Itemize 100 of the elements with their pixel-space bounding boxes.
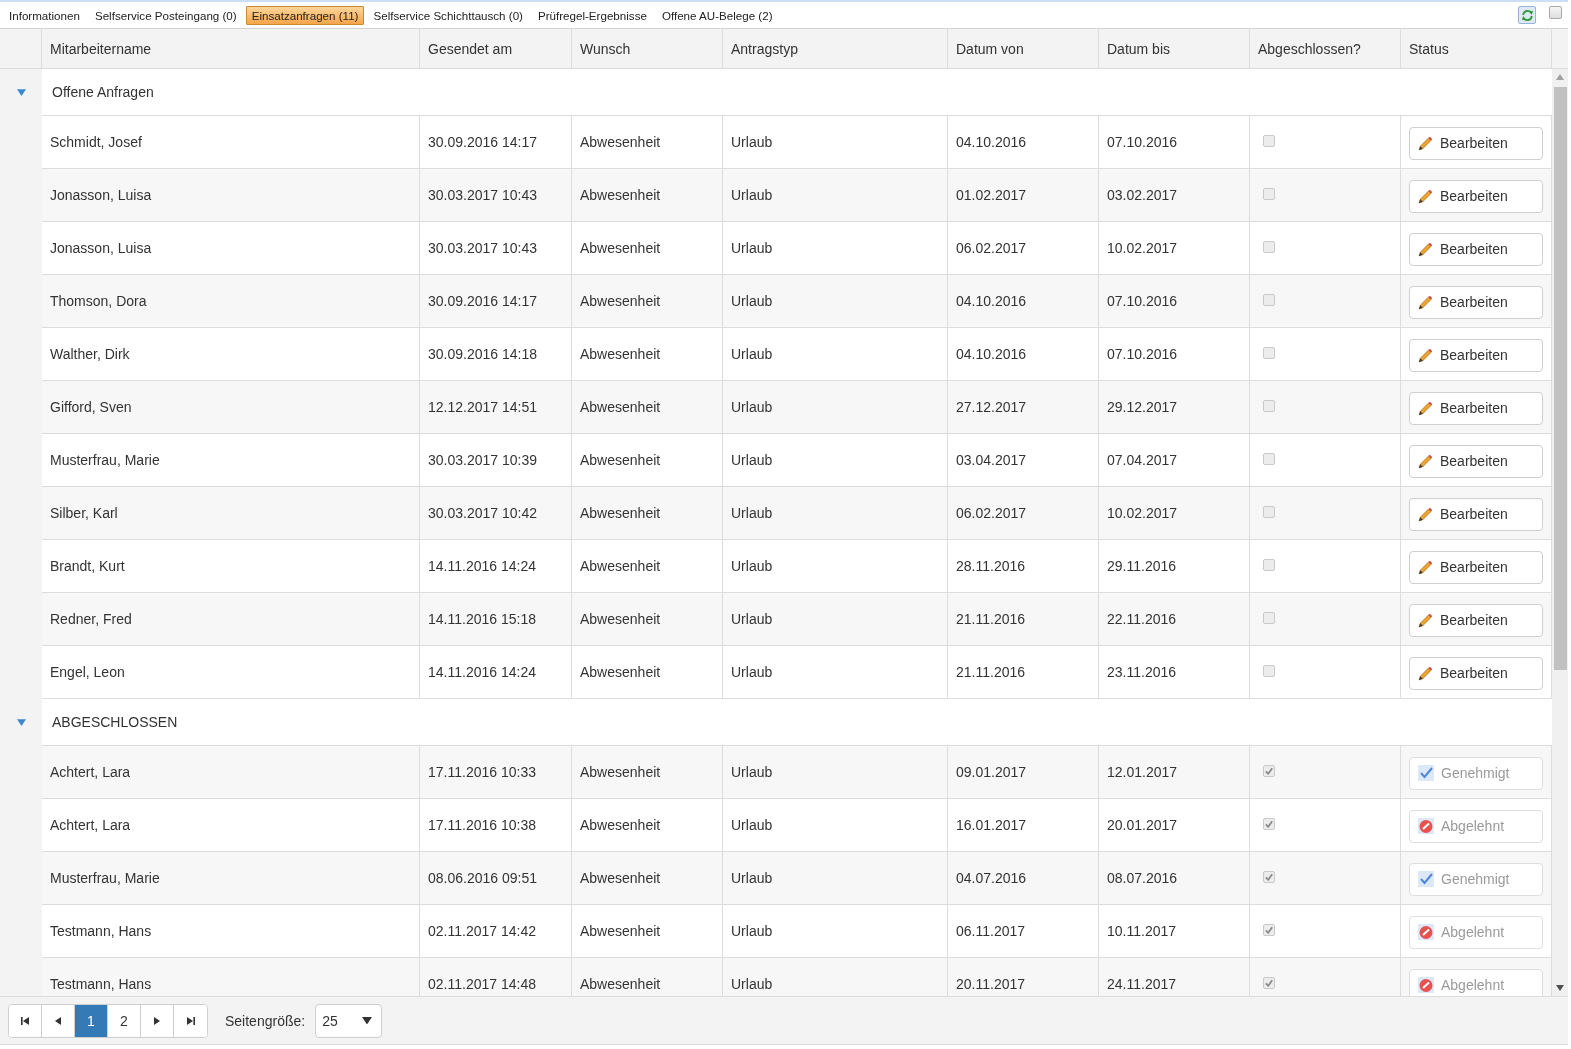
table-cell: 08.07.2016 — [1099, 852, 1250, 905]
status-button[interactable]: Bearbeiten — [1409, 444, 1543, 478]
checkmark-icon — [1418, 765, 1434, 781]
table-cell: 12.01.2017 — [1099, 746, 1250, 799]
tab[interactable]: Informationen — [3, 5, 86, 25]
table-cell: 04.10.2016 — [948, 275, 1099, 328]
table-cell: Musterfrau, Marie — [42, 434, 420, 487]
table-cell: 30.03.2017 10:43 — [420, 169, 572, 222]
table-cell: Redner, Fred — [42, 593, 420, 646]
table-cell: Urlaub — [723, 116, 948, 169]
table-cell: 29.12.2017 — [1099, 381, 1250, 434]
table-cell: 04.10.2016 — [948, 328, 1099, 381]
refresh-button[interactable] — [1518, 6, 1536, 24]
checkbox[interactable] — [1263, 506, 1275, 518]
scrollbar[interactable] — [1552, 69, 1568, 996]
checkbox[interactable] — [1263, 612, 1275, 624]
status-button[interactable]: Bearbeiten — [1409, 179, 1543, 213]
table-cell: 23.11.2016 — [1099, 646, 1250, 699]
previous-page-icon — [55, 1016, 61, 1025]
table-cell: Abwesenheit — [572, 646, 723, 699]
checkbox[interactable] — [1263, 347, 1275, 359]
table-cell: 20.01.2017 — [1099, 799, 1250, 852]
scrollbar-thumb[interactable] — [1553, 87, 1567, 670]
caret-icon[interactable] — [16, 719, 26, 726]
checkbox[interactable] — [1263, 977, 1275, 989]
checkbox[interactable] — [1263, 453, 1275, 465]
status-button[interactable]: Bearbeiten — [1409, 285, 1543, 319]
status-button[interactable]: Bearbeiten — [1409, 391, 1543, 425]
table-cell: 17.11.2016 10:38 — [420, 799, 572, 852]
caret-icon[interactable] — [16, 89, 26, 96]
status-button[interactable]: Bearbeiten — [1409, 497, 1543, 531]
tab[interactable]: Offene AU-Belege (2) — [655, 5, 779, 25]
table-cell: Gifford, Sven — [42, 381, 420, 434]
checkbox[interactable] — [1263, 135, 1275, 147]
table-cell: 07.10.2016 — [1099, 328, 1250, 381]
column-header[interactable]: Antragstyp — [723, 29, 948, 68]
checkbox[interactable] — [1263, 559, 1275, 571]
tab[interactable]: Einsatzanfragen (11) — [245, 5, 365, 25]
scroll-down-icon — [1556, 985, 1564, 991]
table-cell: 30.03.2017 10:43 — [420, 222, 572, 275]
page-button[interactable]: 1 — [75, 1004, 108, 1037]
table-cell: 08.06.2016 09:51 — [420, 852, 572, 905]
table-cell: 30.09.2016 14:17 — [420, 275, 572, 328]
next-page-icon — [154, 1016, 160, 1025]
table-cell: 28.11.2016 — [948, 540, 1099, 593]
pencil-icon — [1418, 400, 1433, 416]
table-cell: 03.04.2017 — [948, 434, 1099, 487]
column-header[interactable]: Abgeschlossen? — [1250, 29, 1401, 68]
checkbox[interactable] — [1263, 400, 1275, 412]
tab[interactable]: Selfservice Posteingang (0) — [88, 5, 243, 25]
table-cell: Abwesenheit — [572, 746, 723, 799]
table-cell: Jonasson, Luisa — [42, 169, 420, 222]
table-cell: Urlaub — [723, 540, 948, 593]
column-header[interactable]: Status — [1401, 29, 1552, 68]
table-cell: Achtert, Lara — [42, 746, 420, 799]
column-header[interactable]: Mitarbeitername — [42, 29, 420, 68]
table-cell: 01.02.2017 — [948, 169, 1099, 222]
column-header[interactable]: Gesendet am — [420, 29, 572, 68]
caret-down-icon — [362, 1016, 373, 1025]
checkbox[interactable] — [1263, 188, 1275, 200]
first-page-button[interactable] — [9, 1004, 42, 1037]
checkbox[interactable] — [1263, 294, 1275, 306]
tab[interactable]: Prüfregel-Ergebnisse — [531, 5, 653, 25]
checkbox[interactable] — [1263, 818, 1275, 830]
tab[interactable]: Selfservice Schichttausch (0) — [367, 5, 529, 25]
status-button[interactable]: Bearbeiten — [1409, 656, 1543, 690]
status-button[interactable]: Bearbeiten — [1409, 550, 1543, 584]
checkbox[interactable] — [1549, 5, 1562, 19]
checkmark-icon — [1418, 871, 1434, 887]
table-cell: 30.09.2016 14:18 — [420, 328, 572, 381]
checkbox[interactable] — [1263, 871, 1275, 883]
table-cell: Engel, Leon — [42, 646, 420, 699]
table-cell: Abwesenheit — [572, 381, 723, 434]
table-cell: Urlaub — [723, 275, 948, 328]
table-cell: Abwesenheit — [572, 222, 723, 275]
status-button[interactable]: Bearbeiten — [1409, 232, 1543, 266]
table-cell: Abwesenheit — [572, 852, 723, 905]
table-cell: 04.10.2016 — [948, 116, 1099, 169]
checkbox[interactable] — [1263, 924, 1275, 936]
table-cell: 14.11.2016 14:24 — [420, 540, 572, 593]
page-size-select[interactable]: 25 — [315, 1003, 383, 1038]
status-button[interactable]: Bearbeiten — [1409, 338, 1543, 372]
table-cell: 30.03.2017 10:42 — [420, 487, 572, 540]
checkbox[interactable] — [1263, 665, 1275, 677]
checkbox[interactable] — [1263, 241, 1275, 253]
status-button[interactable]: Bearbeiten — [1409, 603, 1543, 637]
column-header[interactable]: Datum von — [948, 29, 1099, 68]
column-header[interactable]: Wunsch — [572, 29, 723, 68]
column-header[interactable]: Datum bis — [1099, 29, 1250, 68]
table-cell: Abwesenheit — [572, 116, 723, 169]
table-cell: Urlaub — [723, 746, 948, 799]
last-page-icon — [186, 1016, 195, 1025]
scroll-up-icon — [1556, 74, 1564, 80]
table-cell: 06.11.2017 — [948, 905, 1099, 958]
checkbox[interactable] — [1263, 765, 1275, 777]
pencil-icon — [1418, 559, 1433, 575]
table-cell: 09.01.2017 — [948, 746, 1099, 799]
table-cell: Abwesenheit — [572, 958, 723, 996]
status-button[interactable]: Bearbeiten — [1409, 126, 1543, 160]
table-cell: 20.11.2017 — [948, 958, 1099, 996]
